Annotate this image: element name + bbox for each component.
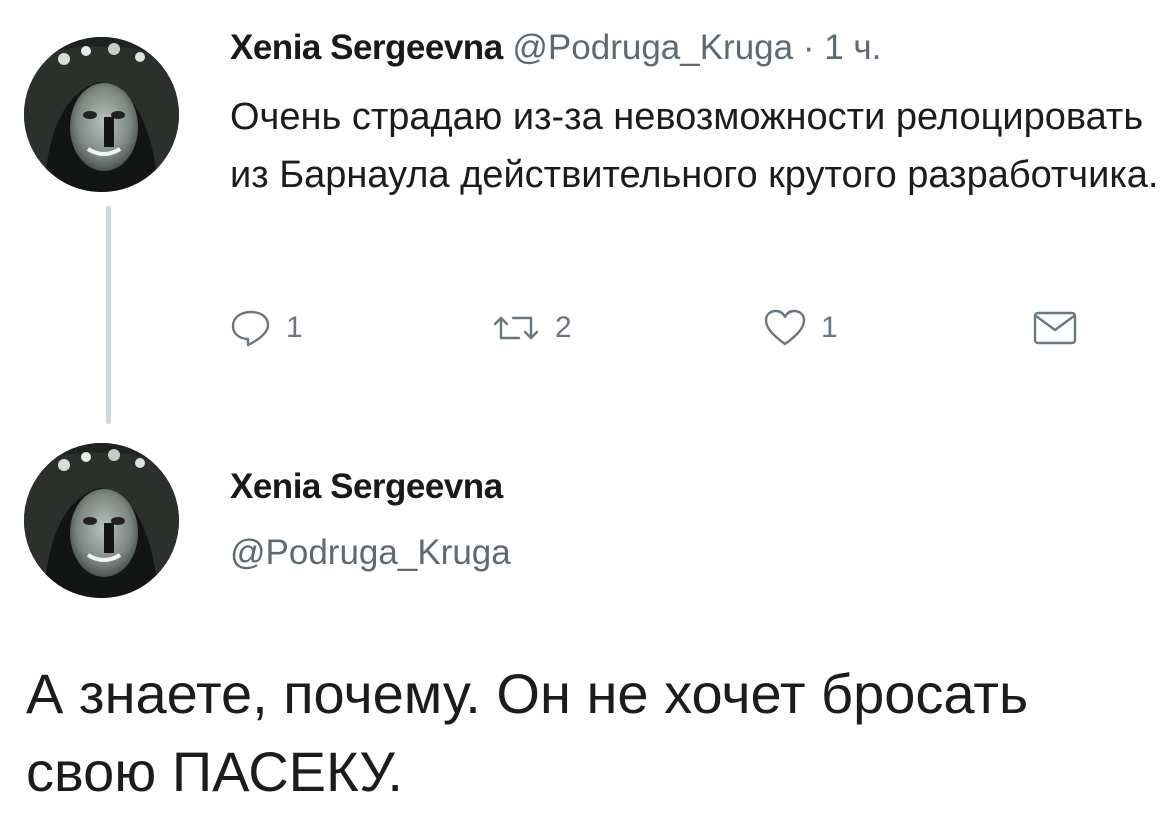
thread-connector-line: [106, 206, 111, 424]
display-name[interactable]: Xenia Sergeevna: [230, 28, 503, 67]
reply-count: 1: [286, 311, 303, 344]
timestamp[interactable]: 1 ч.: [824, 28, 881, 67]
avatar-photo: [24, 37, 179, 192]
tweet-text: А знаете, почему. Он не хочет бросать св…: [26, 662, 1029, 803]
avatar-photo: [24, 443, 179, 598]
avatar[interactable]: [24, 37, 179, 192]
like-button[interactable]: 1: [763, 306, 838, 350]
display-name-text: Xenia Sergeevna: [230, 467, 503, 506]
user-handle[interactable]: @Podruga_Kruga: [230, 531, 511, 575]
retweet-icon: [491, 308, 541, 348]
display-name[interactable]: Xenia Sergeevna: [230, 465, 503, 509]
envelope-icon: [1032, 308, 1078, 348]
like-count: 1: [821, 311, 838, 344]
tweet-text: Очень страдаю из-за невозможности релоци…: [230, 96, 1159, 196]
user-handle[interactable]: @Podruga_Kruga: [512, 28, 793, 67]
direct-message-button[interactable]: [1032, 306, 1078, 350]
reply-button[interactable]: 1: [230, 306, 303, 350]
retweet-count: 2: [555, 311, 572, 344]
avatar[interactable]: [24, 443, 179, 598]
reply-icon: [230, 308, 272, 348]
heart-icon: [763, 308, 807, 348]
separator-dot: ·: [802, 28, 815, 67]
tweet-header: Xenia Sergeevna @Podruga_Kruga · 1 ч.: [230, 26, 881, 70]
retweet-button[interactable]: 2: [491, 306, 572, 350]
